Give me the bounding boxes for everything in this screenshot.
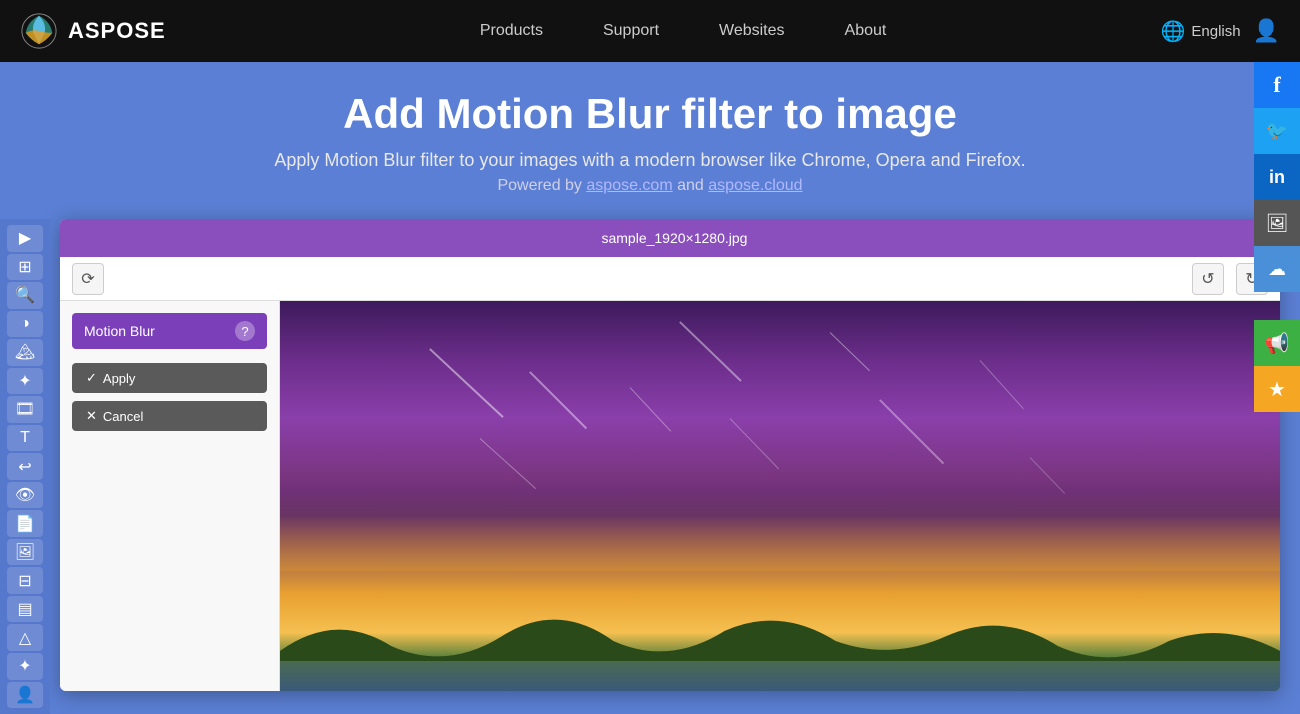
announce-icon: 📢 — [1265, 331, 1290, 356]
sidebar-text[interactable]: T — [7, 425, 43, 452]
globe-icon: 🌐 — [1160, 19, 1185, 44]
nav-about[interactable]: About — [845, 22, 887, 40]
image-share-icon: 🖼 — [1266, 213, 1289, 234]
sidebar-grid[interactable]: ⊟ — [7, 567, 43, 594]
sidebar-document[interactable]: 📄 — [7, 510, 43, 537]
hero-section: Add Motion Blur filter to image Apply Mo… — [0, 62, 1300, 219]
hero-title: Add Motion Blur filter to image — [20, 90, 1280, 138]
image-share-button[interactable]: 🖼 — [1254, 200, 1300, 246]
editor-titlebar: sample_1920×1280.jpg ✕ — [60, 219, 1280, 257]
navbar: ASPOSE Products Support Websites About 🌐… — [0, 0, 1300, 62]
filter-panel: Motion Blur ? ✓ Apply ✕ Cancel — [60, 301, 280, 691]
filter-name: Motion Blur — [84, 323, 155, 339]
image-canvas — [280, 301, 1280, 691]
sidebar-layers[interactable]: ▤ — [7, 596, 43, 623]
undo-button[interactable]: ↺ — [1192, 263, 1224, 295]
star-icon: ★ — [1268, 377, 1286, 402]
filter-title-bar: Motion Blur ? — [72, 313, 267, 349]
x-icon: ✕ — [86, 408, 97, 424]
brand-logo[interactable]: ASPOSE — [20, 12, 166, 50]
language-button[interactable]: 🌐 English — [1160, 19, 1240, 44]
tool-area: ▶ ⊞ 🔍 ◑ 🏔 ✦ 🎞 T ↩ 👁 📄 🖼 ⊟ ▤ △ ✦ 👤 sample… — [0, 219, 1300, 714]
cloud-icon: ☁ — [1268, 259, 1286, 280]
sidebar-gallery[interactable]: 🖼 — [7, 539, 43, 566]
sidebar-zoom[interactable]: 🔍 — [7, 282, 43, 309]
nav-right: 🌐 English 👤 — [1160, 18, 1280, 44]
sidebar-eye[interactable]: 👁 — [7, 482, 43, 509]
apply-button[interactable]: ✓ Apply — [72, 363, 267, 393]
checkmark-icon: ✓ — [86, 370, 97, 386]
site1-link[interactable]: aspose.com — [586, 177, 672, 194]
language-label: English — [1191, 23, 1240, 40]
sidebar-image-fx[interactable]: ✦ — [7, 368, 43, 395]
site2-link[interactable]: aspose.cloud — [708, 177, 802, 194]
reset-button[interactable]: ⟳ — [72, 263, 104, 295]
undo-icon: ↺ — [1201, 269, 1214, 289]
nav-links: Products Support Websites About — [206, 22, 1161, 40]
sidebar-transform[interactable]: ⊞ — [7, 254, 43, 281]
editor-container: sample_1920×1280.jpg ✕ ⟳ ↺ ↻ — [50, 219, 1300, 714]
facebook-icon: f — [1273, 72, 1280, 98]
cancel-button[interactable]: ✕ Cancel — [72, 401, 267, 431]
sidebar-mountain[interactable]: △ — [7, 624, 43, 651]
star-button[interactable]: ★ — [1254, 366, 1300, 412]
powered-by: Powered by aspose.com and aspose.cloud — [20, 177, 1280, 195]
editor-filename: sample_1920×1280.jpg — [601, 230, 747, 246]
filter-help-button[interactable]: ? — [235, 321, 255, 341]
nav-support[interactable]: Support — [603, 22, 659, 40]
editor-toolbar: ⟳ ↺ ↻ — [60, 257, 1280, 301]
hero-subtitle: Apply Motion Blur filter to your images … — [20, 150, 1280, 171]
linkedin-icon: in — [1269, 167, 1285, 188]
sidebar-color[interactable]: ◑ — [7, 311, 43, 338]
linkedin-button[interactable]: in — [1254, 154, 1300, 200]
sidebar-person[interactable]: 👤 — [7, 682, 43, 709]
sidebar-sparkle[interactable]: ✦ — [7, 653, 43, 680]
right-sidebar: f 🐦 in 🖼 ☁ 📢 ★ — [1254, 62, 1300, 412]
cloud-button[interactable]: ☁ — [1254, 246, 1300, 292]
sidebar-landscape[interactable]: 🏔 — [7, 339, 43, 366]
twitter-button[interactable]: 🐦 — [1254, 108, 1300, 154]
nav-products[interactable]: Products — [480, 22, 543, 40]
sidebar-film[interactable]: 🎞 — [7, 396, 43, 423]
sidebar-back[interactable]: ↩ — [7, 453, 43, 480]
image-preview — [280, 301, 1280, 691]
nav-websites[interactable]: Websites — [719, 22, 785, 40]
editor-panel: sample_1920×1280.jpg ✕ ⟳ ↺ ↻ — [60, 219, 1280, 691]
facebook-button[interactable]: f — [1254, 62, 1300, 108]
brand-name: ASPOSE — [68, 18, 166, 44]
sidebar-arrow-right[interactable]: ▶ — [7, 225, 43, 252]
left-sidebar: ▶ ⊞ 🔍 ◑ 🏔 ✦ 🎞 T ↩ 👁 📄 🖼 ⊟ ▤ △ ✦ 👤 — [0, 219, 50, 714]
user-icon[interactable]: 👤 — [1253, 18, 1280, 44]
editor-body: Motion Blur ? ✓ Apply ✕ Cancel — [60, 301, 1280, 691]
twitter-icon: 🐦 — [1266, 121, 1288, 142]
announce-button[interactable]: 📢 — [1254, 320, 1300, 366]
reset-icon: ⟳ — [81, 269, 94, 289]
